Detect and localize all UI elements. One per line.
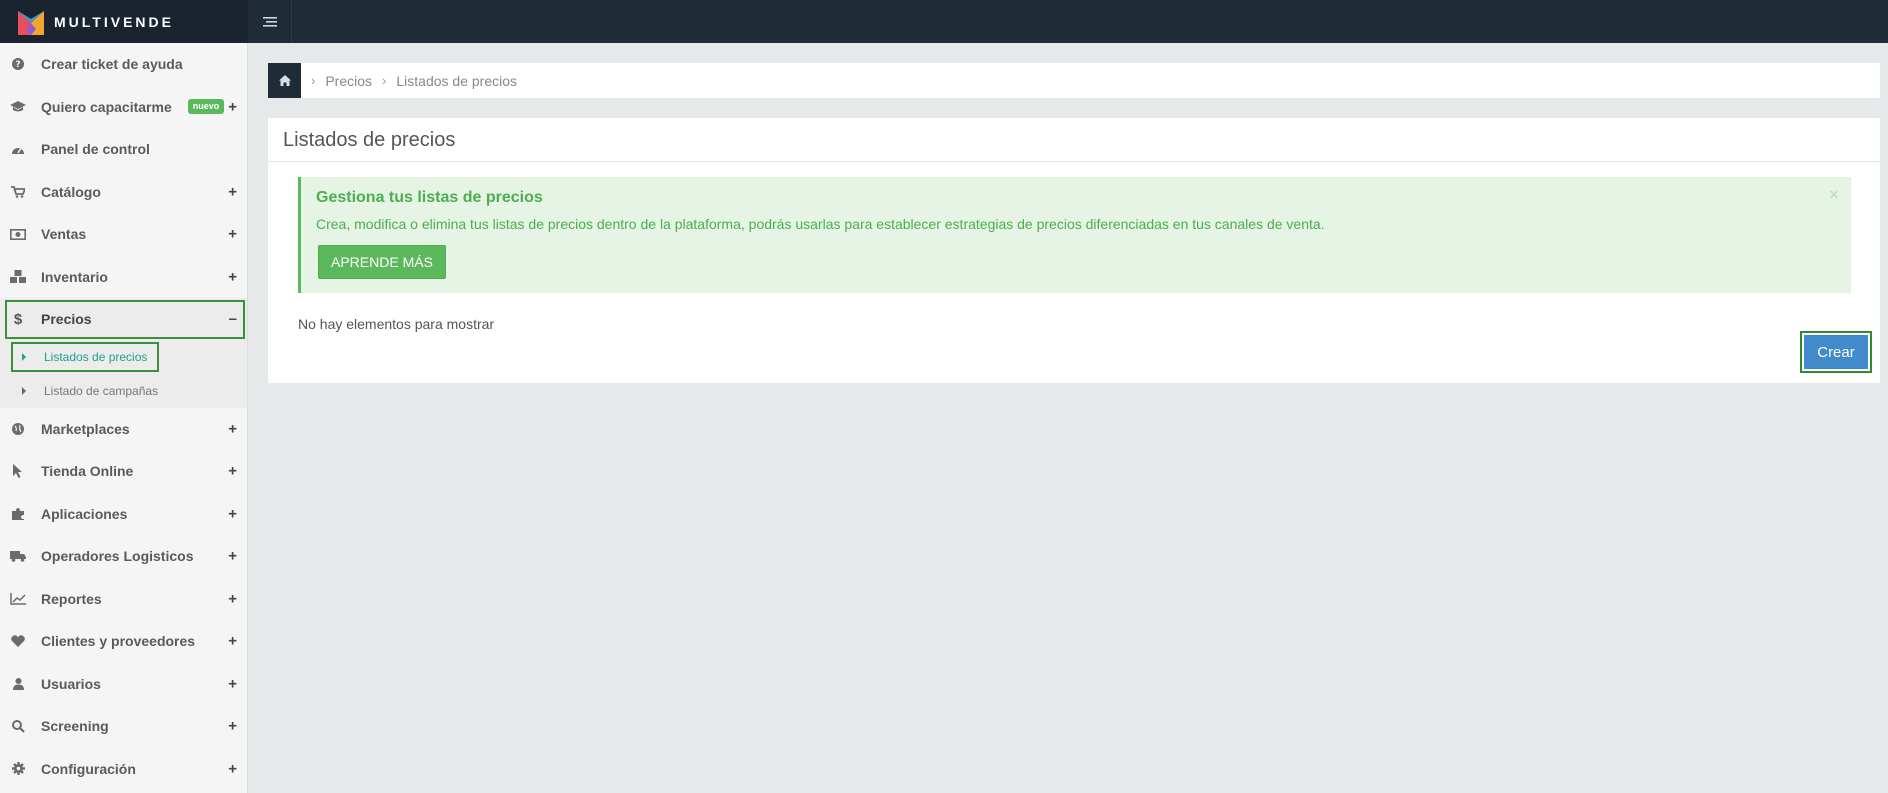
- dashboard-icon: [10, 141, 26, 157]
- expand-icon[interactable]: +: [228, 183, 237, 200]
- sidebar-item-capacitarme[interactable]: Quiero capacitarme nuevo +: [0, 86, 247, 129]
- sidebar-item-label: Ventas: [41, 226, 87, 243]
- sidebar-item-label: Operadores Logisticos: [41, 548, 194, 565]
- pointer-icon: [10, 463, 26, 479]
- sidebar-item-label: Usuarios: [41, 675, 101, 692]
- empty-state-text: No hay elementos para mostrar: [298, 316, 495, 332]
- learn-more-button[interactable]: APRENDE MÁS: [318, 245, 446, 279]
- sidebar-item-ventas[interactable]: Ventas +: [0, 213, 247, 256]
- expand-icon[interactable]: +: [228, 718, 237, 735]
- expand-icon[interactable]: +: [228, 98, 237, 115]
- breadcrumb-listados-de-precios: Listados de precios: [396, 72, 518, 89]
- user-icon: [10, 676, 26, 692]
- close-icon[interactable]: ×: [1829, 185, 1839, 205]
- expand-icon[interactable]: +: [228, 420, 237, 437]
- create-button-outline: Crear: [1800, 331, 1872, 373]
- expand-icon[interactable]: +: [228, 463, 237, 480]
- chart-icon: [10, 591, 26, 607]
- sidebar-toggle-button[interactable]: [248, 0, 292, 43]
- sidebar-item-clientes-proveedores[interactable]: Clientes y proveedores +: [0, 620, 247, 663]
- expand-icon[interactable]: +: [228, 226, 237, 243]
- expand-icon[interactable]: +: [228, 548, 237, 565]
- sidebar-item-panel-de-control[interactable]: Panel de control: [0, 128, 247, 171]
- sidebar-item-label: Inventario: [41, 268, 108, 285]
- collapse-icon[interactable]: –: [229, 311, 237, 328]
- sidebar-subitem-label: Listados de precios: [44, 350, 148, 364]
- main-panel: Listados de precios Gestiona tus listas …: [268, 118, 1880, 383]
- sidebar-item-label: Tienda Online: [41, 463, 134, 480]
- dollar-icon: $: [13, 310, 23, 328]
- multivende-logo-icon: [18, 9, 44, 35]
- brand-name: MULTIVENDE: [54, 13, 174, 30]
- expand-icon[interactable]: +: [228, 675, 237, 692]
- sidebar-item-label: Catálogo: [41, 183, 101, 200]
- sidebar-item-crear-ticket[interactable]: ? Crear ticket de ayuda: [0, 43, 247, 86]
- sidebar-item-label: Precios: [41, 311, 92, 328]
- sidebar-subitem-label: Listado de campañas: [44, 383, 159, 398]
- money-icon: [10, 226, 26, 242]
- sidebar-item-reportes[interactable]: Reportes +: [0, 578, 247, 621]
- create-button[interactable]: Crear: [1804, 335, 1868, 369]
- page-title: Listados de precios: [268, 118, 1880, 162]
- sidebar-item-screening[interactable]: Screening +: [0, 705, 247, 748]
- home-icon: [278, 75, 291, 86]
- globe-icon: [10, 421, 26, 437]
- sidebar-item-label: Configuración: [41, 760, 136, 777]
- top-bar: MULTIVENDE: [0, 0, 1888, 43]
- caret-right-icon: [22, 353, 26, 361]
- expand-icon[interactable]: +: [228, 760, 237, 777]
- sidebar-item-precios[interactable]: $ Precios –: [0, 298, 247, 341]
- info-alert: Gestiona tus listas de precios Crea, mod…: [298, 177, 1851, 293]
- sidebar-item-label: Marketplaces: [41, 420, 130, 437]
- logo[interactable]: MULTIVENDE: [0, 0, 248, 43]
- menu-icon: [262, 16, 277, 27]
- sidebar-subitem-listados-de-precios[interactable]: Listados de precios: [0, 340, 247, 374]
- graduation-cap-icon: [10, 99, 26, 115]
- sidebar-item-usuarios[interactable]: Usuarios +: [0, 663, 247, 706]
- sidebar-item-configuracion[interactable]: Configuración +: [0, 748, 247, 791]
- caret-right-icon: [22, 386, 26, 395]
- alert-text: Crea, modifica o elimina tus listas de p…: [316, 216, 1325, 232]
- breadcrumb: › Precios › Listados de precios: [268, 63, 1880, 98]
- expand-icon[interactable]: +: [228, 505, 237, 522]
- expand-icon[interactable]: +: [228, 633, 237, 650]
- sidebar: ? Crear ticket de ayuda Quiero capacitar…: [0, 43, 248, 793]
- sidebar-item-inventario[interactable]: Inventario +: [0, 256, 247, 299]
- cubes-icon: [10, 269, 26, 285]
- sidebar-item-label: Clientes y proveedores: [41, 633, 196, 650]
- puzzle-icon: [10, 506, 26, 522]
- sidebar-item-aplicaciones[interactable]: Aplicaciones +: [0, 493, 247, 536]
- sidebar-subitem-listado-de-campanas[interactable]: Listado de campañas: [0, 373, 247, 408]
- breadcrumb-separator: ›: [311, 73, 316, 88]
- home-button[interactable]: [268, 63, 301, 98]
- breadcrumb-precios[interactable]: Precios: [325, 73, 372, 89]
- sidebar-item-marketplaces[interactable]: Marketplaces +: [0, 408, 247, 451]
- question-icon: ?: [10, 56, 26, 72]
- breadcrumb-separator: ›: [382, 73, 387, 88]
- sidebar-item-label: Aplicaciones: [41, 505, 128, 522]
- truck-icon: [10, 548, 26, 564]
- svg-text:?: ?: [15, 60, 20, 70]
- new-badge: nuevo: [187, 99, 225, 115]
- alert-title: Gestiona tus listas de precios: [316, 189, 543, 206]
- sidebar-item-label: Screening: [41, 718, 109, 735]
- sidebar-item-tienda-online[interactable]: Tienda Online +: [0, 450, 247, 493]
- cart-icon: [10, 184, 26, 200]
- sidebar-item-catalogo[interactable]: Catálogo +: [0, 171, 247, 214]
- search-icon: [10, 718, 26, 734]
- sidebar-item-label: Quiero capacitarme: [41, 98, 172, 115]
- sidebar-item-label: Crear ticket de ayuda: [41, 56, 183, 73]
- sidebar-item-label: Panel de control: [41, 141, 150, 158]
- sidebar-item-operadores-logisticos[interactable]: Operadores Logisticos +: [0, 535, 247, 578]
- sidebar-item-label: Reportes: [41, 590, 102, 607]
- heart-icon: [10, 633, 26, 649]
- expand-icon[interactable]: +: [228, 268, 237, 285]
- gear-icon: [10, 761, 26, 777]
- expand-icon[interactable]: +: [228, 590, 237, 607]
